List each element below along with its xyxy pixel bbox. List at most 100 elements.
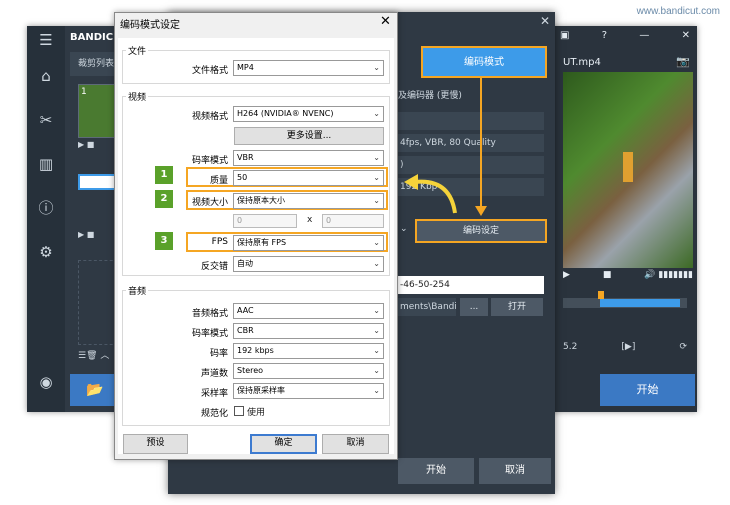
record-icon[interactable]: ◉	[27, 370, 65, 394]
setting-field-1	[398, 112, 544, 130]
open-folder-button[interactable]: 📂	[70, 374, 120, 406]
camera-icon[interactable]: 📷	[676, 55, 690, 68]
size-separator: x	[307, 215, 313, 225]
preview-titlebar: ▣ ? — ✕	[560, 30, 690, 41]
chevron-down-icon: ⌄	[373, 238, 380, 247]
timeline-marker[interactable]	[598, 291, 604, 299]
sample-rate-select[interactable]: 保持原采样率 ⌄	[233, 383, 384, 399]
deinterlace-select[interactable]: 自动 ⌄	[233, 256, 384, 272]
film-icon[interactable]: ▥	[27, 152, 65, 176]
video-preview	[563, 72, 693, 268]
play-icon[interactable]: ▶	[563, 270, 570, 280]
preview-filename: UT.mp4	[563, 57, 601, 68]
info-icon[interactable]: ⓘ	[27, 196, 65, 220]
arrow-head	[475, 206, 487, 216]
audio-bitrate-mode-select[interactable]: CBR ⌄	[233, 323, 384, 339]
file-format-select[interactable]: MP4 ⌄	[233, 60, 384, 76]
ok-button[interactable]: 确定	[250, 434, 317, 454]
audio-format-label: 音频格式	[191, 309, 228, 319]
quality-label: 质量	[209, 176, 228, 186]
list-tools[interactable]: ☰🗑 ︿	[78, 348, 109, 361]
chevron-down-icon: ⌄	[373, 346, 380, 355]
chevron-down-icon: ⌄	[373, 386, 380, 395]
time-controls[interactable]: 5.2 [▶] ⟳	[563, 342, 687, 352]
dropdown-arrow-icon[interactable]: ⌄	[400, 224, 408, 234]
video-size-label: 视频大小	[191, 198, 228, 208]
channels-label: 声道数	[200, 369, 228, 379]
file-format-label: 文件格式	[191, 66, 228, 76]
cancel-button[interactable]: 取消	[322, 434, 389, 454]
more-settings-button[interactable]: 更多设置...	[234, 127, 384, 145]
encode-settings-button[interactable]: 编码设定	[415, 219, 547, 243]
chevron-down-icon: ⌄	[373, 173, 380, 182]
bitrate-mode-label: 码率模式	[191, 156, 228, 166]
timeline-selection	[600, 299, 680, 307]
channels-select[interactable]: Stereo ⌄	[233, 363, 384, 379]
fps-label: FPS	[211, 237, 228, 247]
arrow-indicator	[480, 78, 482, 208]
close-icon[interactable]: ✕	[380, 14, 391, 29]
start-encode-button[interactable]: 开始	[398, 458, 474, 484]
home-icon[interactable]: ⌂	[27, 64, 65, 88]
cut-icon[interactable]: ✂	[27, 108, 65, 132]
file-group-title: 文件	[126, 44, 149, 57]
bitrate-mode-select[interactable]: VBR ⌄	[233, 150, 384, 166]
audio-bitrate-mode-label: 码率模式	[191, 329, 228, 339]
video-group-title: 视频	[126, 90, 149, 103]
volume-icon[interactable]: 🔊 ▮▮▮▮▮▮▮	[644, 270, 693, 280]
normalize-checkbox[interactable]	[234, 406, 244, 416]
chevron-down-icon: ⌄	[373, 153, 380, 162]
filename-input[interactable]: -46-50-254	[398, 276, 544, 294]
width-input[interactable]: 0	[233, 214, 297, 228]
normalize-label: 规范化	[200, 409, 228, 419]
stop-icon[interactable]: ■	[603, 270, 612, 280]
video-size-select[interactable]: 保持原本大小 ⌄	[233, 193, 384, 209]
video-format-select[interactable]: H264 (NVIDIA® NVENC) ⌄	[233, 106, 384, 122]
encode-mode-button[interactable]: 编码模式	[421, 46, 547, 78]
chevron-down-icon: ⌄	[373, 366, 380, 375]
dialog-title: 编码模式设定	[120, 20, 180, 31]
chevron-down-icon: ⌄	[373, 326, 380, 335]
torch-image	[623, 152, 633, 182]
audio-group-title: 音频	[126, 284, 149, 297]
setting-field-2: 4fps, VBR, 80 Quality	[398, 134, 544, 152]
playback-controls[interactable]: ▶ ■ 🔊 ▮▮▮▮▮▮▮	[563, 270, 693, 280]
chevron-down-icon: ⌄	[373, 196, 380, 205]
brand-logo: BANDIC	[70, 32, 114, 43]
close-icon[interactable]: ✕	[540, 14, 550, 28]
help-icon[interactable]: ?	[602, 30, 607, 41]
empty-clip-slot	[78, 260, 118, 345]
start-button[interactable]: 开始	[600, 374, 695, 406]
fps-select[interactable]: 保持原有 FPS ⌄	[233, 235, 384, 251]
quality-select[interactable]: 50 ⌄	[233, 170, 384, 186]
browse-button[interactable]: ...	[460, 298, 488, 316]
encoder-note: 及编码器 (更慢)	[398, 91, 462, 101]
output-path-field[interactable]: ments\Bandicu	[398, 298, 456, 316]
menu-icon[interactable]: ☰	[27, 28, 65, 52]
deinterlace-label: 反交错	[200, 262, 228, 272]
gear-icon[interactable]: ⚙	[27, 240, 65, 264]
clip-number: 1	[81, 87, 87, 97]
cancel-button[interactable]: 取消	[479, 458, 551, 484]
chevron-down-icon: ⌄	[373, 63, 380, 72]
bitrate-label: 码率	[209, 349, 228, 359]
curved-arrow	[404, 174, 457, 214]
sample-rate-label: 采样率	[200, 389, 228, 399]
chevron-down-icon: ⌄	[373, 259, 380, 268]
minimize-icon[interactable]: —	[639, 30, 649, 41]
close-icon[interactable]: ✕	[682, 30, 690, 41]
watermark: www.bandicut.com	[636, 6, 720, 17]
clip-thumbnail-1[interactable]: 1	[78, 84, 118, 138]
clip-list-header: 裁剪列表	[70, 52, 118, 76]
audio-format-select[interactable]: AAC ⌄	[233, 303, 384, 319]
chevron-down-icon: ⌄	[373, 109, 380, 118]
normalize-use-label: 使用	[247, 408, 266, 418]
clip-controls-2[interactable]: ▶ ■	[78, 230, 118, 244]
bitrate-select[interactable]: 192 kbps ⌄	[233, 343, 384, 359]
folder-small-icon[interactable]: ▣	[560, 30, 569, 41]
chevron-down-icon: ⌄	[373, 306, 380, 315]
height-input[interactable]: 0	[322, 214, 384, 228]
open-folder-button[interactable]: 打开	[491, 298, 543, 316]
clip-controls-1[interactable]: ▶ ■	[78, 140, 118, 154]
preset-button[interactable]: 预设	[123, 434, 188, 454]
